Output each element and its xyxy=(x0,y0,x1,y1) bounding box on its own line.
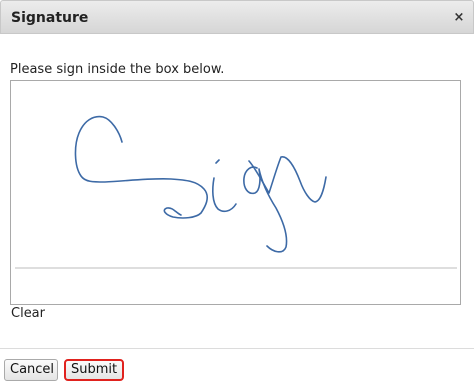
signature-stroke xyxy=(215,159,220,164)
signature-pad[interactable] xyxy=(10,80,461,305)
footer-divider xyxy=(0,348,474,349)
signature-dialog: Signature × Please sign inside the box b… xyxy=(0,0,476,384)
signature-stroke xyxy=(243,166,288,253)
submit-button[interactable]: Submit xyxy=(64,359,124,381)
cancel-button[interactable]: Cancel xyxy=(4,359,58,381)
dialog-title-bar[interactable]: Signature × xyxy=(0,0,474,34)
signature-stroke xyxy=(212,177,237,213)
signature-stroke xyxy=(74,115,208,219)
signature-stroke xyxy=(248,156,327,203)
signature-canvas[interactable] xyxy=(11,81,462,306)
instruction-text: Please sign inside the box below. xyxy=(10,62,225,77)
dialog-title: Signature xyxy=(11,10,89,26)
close-icon[interactable]: × xyxy=(453,11,465,25)
clear-link[interactable]: Clear xyxy=(11,306,45,321)
